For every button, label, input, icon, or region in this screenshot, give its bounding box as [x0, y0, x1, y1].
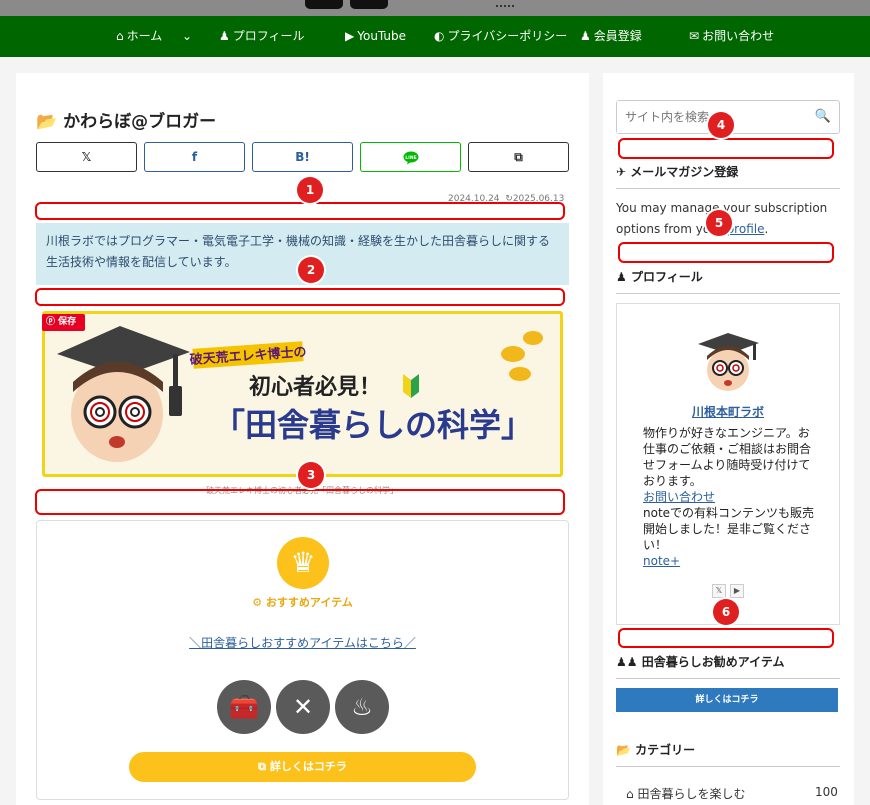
share-hatena-button[interactable]: B!	[252, 142, 353, 172]
recommend-link[interactable]: ＼田舎暮らしおすすめアイテムはこちら／	[37, 634, 568, 651]
nav-item-register[interactable]: ♟ 会員登録	[580, 16, 642, 57]
folder-open-icon: 📂	[616, 743, 631, 757]
folder-open-icon: 📂	[36, 112, 58, 132]
cta-button[interactable]: ⧉ 詳しくはコチラ	[129, 752, 476, 782]
nav-item-profile[interactable]: ♟ プロフィール	[219, 16, 305, 57]
home-icon: ⌂	[116, 29, 124, 43]
share-x-button[interactable]: 𝕏	[36, 142, 137, 172]
pinterest-icon: ⓟ	[46, 317, 56, 327]
site-logo-part	[496, 0, 514, 7]
category-item[interactable]: ⌂ 田舎暮らしを楽しむ	[626, 785, 840, 802]
annotation-box	[618, 242, 834, 263]
svg-text:「田舎暮らしの科学」: 「田舎暮らしの科学」	[213, 406, 533, 444]
recommend-box: ♛ ⚙ おすすめアイテム ＼田舎暮らしおすすめアイテムはこちら／ 🧰 ✕ ♨ ⧉…	[36, 520, 569, 800]
paper-plane-icon: ✈	[616, 165, 627, 179]
search-icon[interactable]: 🔍	[815, 109, 831, 124]
mail-icon: ✉	[689, 29, 700, 43]
users-icon: ♟♟	[616, 655, 638, 669]
nav-item-contact[interactable]: ✉ お問い合わせ	[689, 16, 774, 57]
profile-heading: ♟ プロフィール	[616, 268, 840, 294]
svg-text:初心者必見！: 初心者必見！	[249, 374, 381, 400]
youtube-icon[interactable]: ▶	[730, 584, 744, 598]
items-button[interactable]: 詳しくはコチラ	[616, 688, 838, 712]
annotation-box	[618, 138, 834, 159]
annotation-marker: 1	[297, 177, 323, 203]
note-link[interactable]: note+	[643, 553, 819, 569]
nav-item-youtube[interactable]: ▶ YouTube	[345, 16, 406, 57]
annotation-marker: 5	[706, 210, 732, 236]
external-link-icon: ⧉	[258, 760, 266, 773]
share-copy-button[interactable]: ⧉	[468, 142, 569, 172]
home-icon: ⌂	[626, 787, 634, 801]
sidebar: 🔍 ✈ メールマガジン登録 You may manage your subscr…	[603, 73, 854, 805]
user-icon: ♟	[219, 29, 230, 43]
x-icon[interactable]: 𝕏	[712, 584, 726, 598]
main-nav: ⌂ ホーム ⌄ ♟ プロフィール ▶ YouTube ◐ プライバシーポリシー ♟ 会員登…	[0, 16, 870, 57]
share-line-button[interactable]: LINE	[360, 142, 461, 172]
category-count: 100	[815, 785, 838, 799]
toolbox-icon[interactable]: 🧰	[217, 680, 271, 734]
items-heading: ♟♟ 田舎暮らしお勧めアイテム	[616, 653, 840, 679]
annotation-marker: 3	[298, 462, 324, 488]
page-title: 📂 かわらぼ@ブロガー	[36, 112, 217, 132]
line-icon: LINE	[403, 151, 418, 164]
profile-name[interactable]: 川根本町ラボ	[617, 403, 839, 420]
chevron-down-icon[interactable]: ⌄	[182, 16, 192, 57]
user-plus-icon: ♟	[580, 29, 591, 43]
bath-icon[interactable]: ♨	[335, 680, 389, 734]
nav-item-home[interactable]: ⌂ ホーム	[116, 16, 162, 57]
hatena-icon: B!	[295, 150, 310, 164]
annotation-box	[35, 202, 565, 220]
site-logo-part	[305, 0, 343, 9]
banner-illustration: 破天荒エレキ博士の 初心者必見！ 「田舎暮らしの科学」	[57, 326, 543, 462]
category-heading: 📂 カテゴリー	[616, 741, 840, 767]
recommend-label: ⚙ おすすめアイテム	[252, 596, 353, 609]
nav-item-privacy[interactable]: ◐ プライバシーポリシー	[434, 16, 567, 57]
profile-card: 川根本町ラボ 物作りが好きなエンジニア。お仕事のご依頼・ご相談はお問合せフォーム…	[616, 303, 840, 625]
featured-banner[interactable]: 破天荒エレキ博士の 初心者必見！ 「田舎暮らしの科学」	[42, 311, 563, 477]
annotation-box	[35, 288, 565, 306]
mail-heading: ✈ メールマガジン登録	[616, 163, 840, 189]
annotation-marker: 6	[713, 599, 739, 625]
contact-link[interactable]: お問い合わせ	[643, 489, 819, 505]
share-facebook-button[interactable]: f	[144, 142, 245, 172]
youtube-icon: ▶	[345, 29, 355, 43]
user-icon: ♟	[616, 270, 627, 284]
svg-text:LINE: LINE	[405, 155, 416, 161]
pinterest-save-button[interactable]: ⓟ 保存	[42, 314, 85, 331]
crown-icon: ♛	[277, 537, 329, 589]
shield-icon: ◐	[434, 29, 445, 43]
x-icon: 𝕏	[81, 150, 92, 164]
annotation-marker: 2	[298, 257, 324, 283]
annotation-box	[35, 489, 565, 515]
tools-icon[interactable]: ✕	[276, 680, 330, 734]
gears-icon: ⚙	[252, 596, 263, 609]
profile-description: 物作りが好きなエンジニア。お仕事のご依頼・ご相談はお問合せフォームより随時受け付…	[643, 425, 819, 569]
top-header-strip	[0, 0, 870, 16]
avatar	[698, 333, 759, 391]
site-logo-part	[350, 0, 388, 9]
facebook-icon: f	[191, 150, 198, 164]
annotation-marker: 4	[708, 112, 734, 138]
profile-link[interactable]: profile	[727, 222, 765, 236]
copy-icon: ⧉	[514, 150, 523, 164]
annotation-box	[618, 628, 834, 648]
